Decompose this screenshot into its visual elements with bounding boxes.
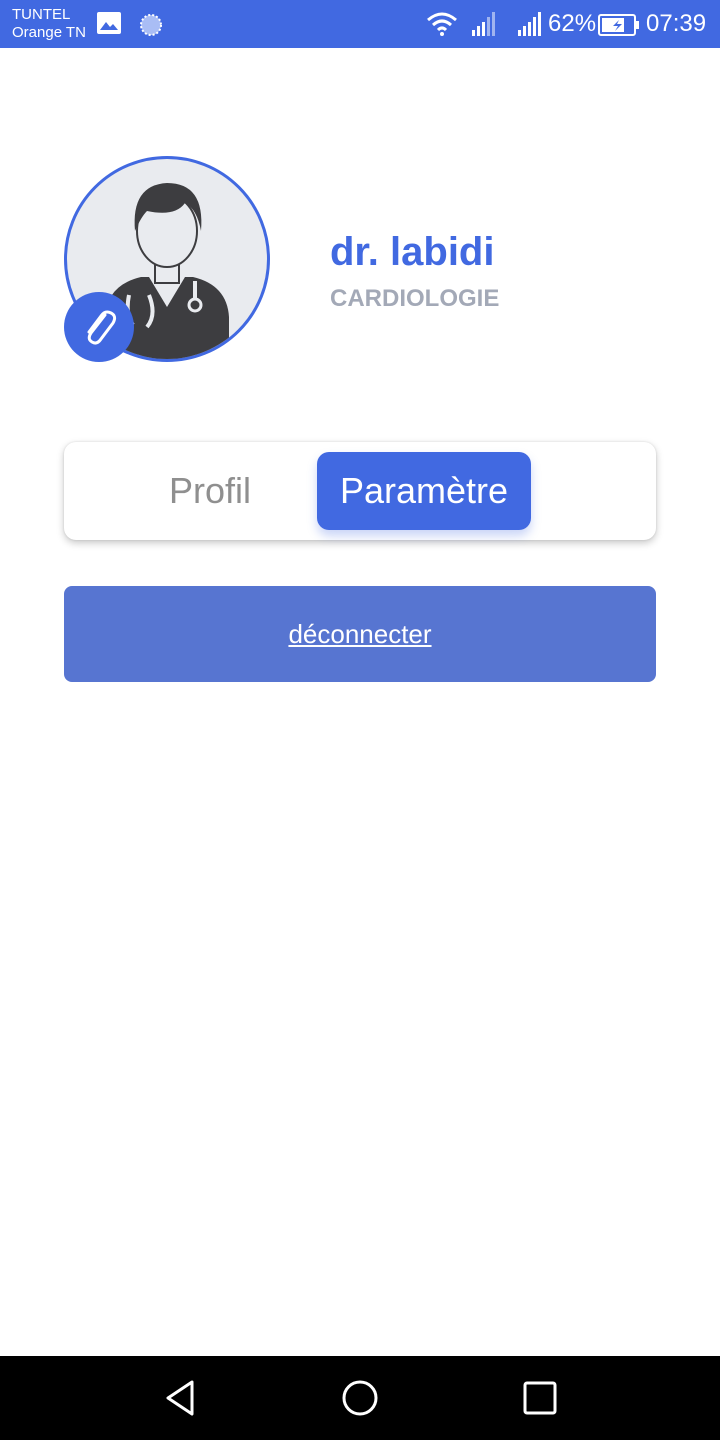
- navigation-bar: [0, 1356, 720, 1440]
- doctor-specialty: CARDIOLOGIE: [330, 285, 500, 312]
- signal-icon: [472, 12, 498, 41]
- tab-parametre[interactable]: Paramètre: [317, 452, 531, 530]
- profile-avatar-area: [64, 156, 270, 362]
- back-icon[interactable]: [158, 1376, 202, 1420]
- logout-button[interactable]: déconnecter: [64, 586, 656, 682]
- clock: 07:39: [646, 10, 707, 37]
- carrier-info: TUNTEL Orange TN: [12, 6, 86, 42]
- operator-name: Orange TN: [12, 24, 86, 41]
- loading-icon: [138, 12, 164, 43]
- segmented-tabs: Profil Paramètre: [64, 442, 656, 540]
- doctor-name: dr. labidi: [330, 230, 495, 274]
- wifi-icon: [426, 12, 458, 41]
- home-icon[interactable]: [338, 1376, 382, 1420]
- battery-charging-icon: [598, 14, 640, 41]
- tab-profil[interactable]: Profil: [138, 452, 282, 530]
- paperclip-icon: [87, 310, 117, 345]
- recents-icon[interactable]: [518, 1376, 562, 1420]
- gallery-icon: [97, 12, 121, 39]
- edit-avatar-button[interactable]: [64, 292, 134, 362]
- battery-percentage: 62%: [548, 10, 597, 37]
- signal-icon: [518, 12, 544, 41]
- carrier-name: TUNTEL: [12, 6, 71, 23]
- status-bar: TUNTEL Orange TN 62% 07:39: [0, 0, 720, 48]
- logout-label: déconnecter: [288, 618, 432, 649]
